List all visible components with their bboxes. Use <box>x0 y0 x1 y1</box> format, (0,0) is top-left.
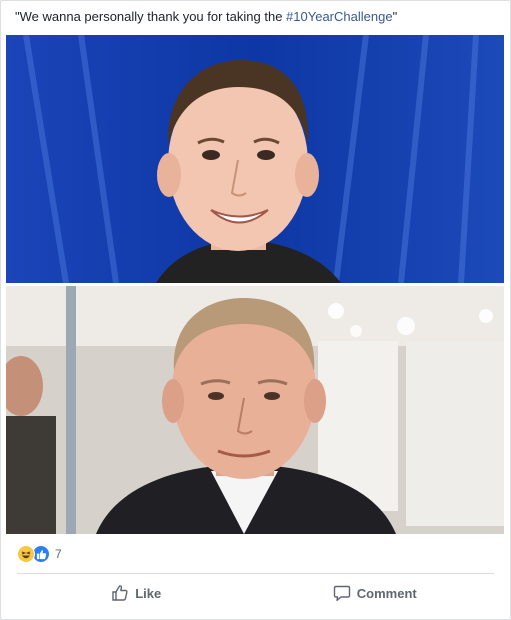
post-photo-bottom[interactable] <box>6 286 504 534</box>
like-button[interactable]: Like <box>17 575 256 611</box>
post-photo-top[interactable] <box>6 35 504 283</box>
action-divider <box>17 573 494 574</box>
caption-text: "We wanna personally thank you for takin… <box>15 9 287 24</box>
caption-closing-quote: " <box>392 9 398 24</box>
thumbs-up-icon <box>112 585 128 601</box>
haha-reaction-icon <box>17 545 35 563</box>
like-label: Like <box>135 585 162 601</box>
comment-label: Comment <box>356 585 417 601</box>
post-caption: "We wanna personally thank you for takin… <box>15 8 500 26</box>
post-actions-bar: Like Comment <box>17 575 494 611</box>
comment-button[interactable]: Comment <box>256 575 495 611</box>
reaction-count[interactable]: 7 <box>55 547 62 561</box>
hashtag-link[interactable]: #10YearChallenge <box>286 9 393 24</box>
reactions-summary[interactable]: 7 <box>17 544 62 564</box>
comment-icon <box>333 585 350 601</box>
feed-post: "We wanna personally thank you for takin… <box>0 0 511 620</box>
